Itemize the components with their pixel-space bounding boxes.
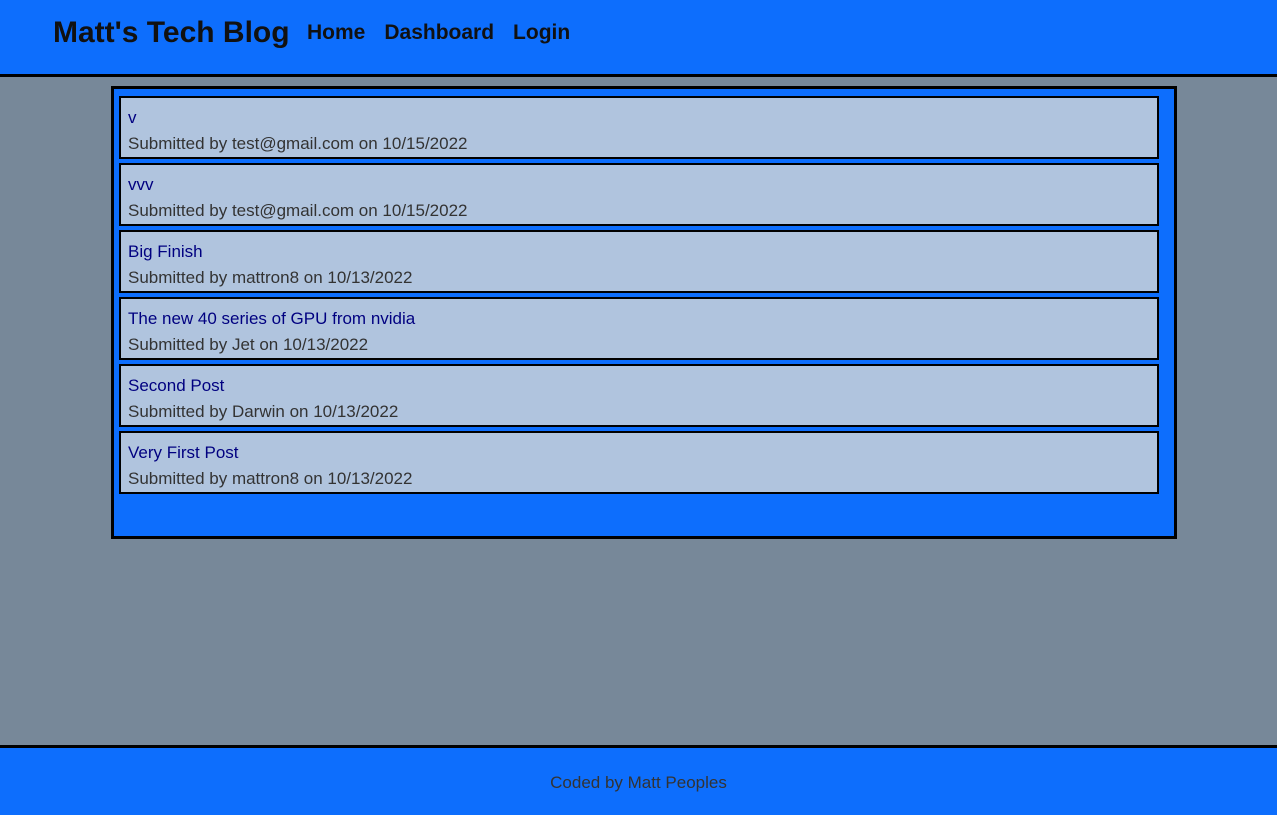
- post-title-link[interactable]: Second Post: [128, 375, 1150, 397]
- nav-link-dashboard[interactable]: Dashboard: [384, 19, 494, 47]
- post-list: v Submitted by test@gmail.com on 10/15/2…: [119, 96, 1169, 494]
- post-meta: Submitted by Darwin on 10/13/2022: [128, 402, 399, 421]
- post-card: The new 40 series of GPU from nvidia Sub…: [119, 297, 1159, 360]
- post-card: Big Finish Submitted by mattron8 on 10/1…: [119, 230, 1159, 293]
- post-meta: Submitted by test@gmail.com on 10/15/202…: [128, 201, 468, 220]
- post-title-link[interactable]: Very First Post: [128, 442, 1150, 464]
- nav-link-login[interactable]: Login: [513, 19, 570, 47]
- post-card: vvv Submitted by test@gmail.com on 10/15…: [119, 163, 1159, 226]
- post-meta: Submitted by mattron8 on 10/13/2022: [128, 268, 413, 287]
- site-title: Matt's Tech Blog: [53, 16, 290, 49]
- main-nav: Home Dashboard Login: [307, 19, 570, 47]
- post-card: Second Post Submitted by Darwin on 10/13…: [119, 364, 1159, 427]
- footer-credit: Coded by Matt Peoples: [550, 773, 727, 792]
- post-title-link[interactable]: vvv: [128, 174, 1150, 196]
- post-meta: Submitted by Jet on 10/13/2022: [128, 335, 369, 354]
- post-card: v Submitted by test@gmail.com on 10/15/2…: [119, 96, 1159, 159]
- post-title-link[interactable]: v: [128, 107, 1150, 129]
- post-title-link[interactable]: Big Finish: [128, 241, 1150, 263]
- nav-link-home[interactable]: Home: [307, 19, 365, 47]
- post-meta: Submitted by mattron8 on 10/13/2022: [128, 469, 413, 488]
- site-header: Matt's Tech Blog Home Dashboard Login: [0, 0, 1277, 77]
- post-list-container: v Submitted by test@gmail.com on 10/15/2…: [111, 86, 1177, 539]
- site-footer: Coded by Matt Peoples: [0, 745, 1277, 815]
- post-title-link[interactable]: The new 40 series of GPU from nvidia: [128, 308, 1150, 330]
- post-meta: Submitted by test@gmail.com on 10/15/202…: [128, 134, 468, 153]
- post-card: Very First Post Submitted by mattron8 on…: [119, 431, 1159, 494]
